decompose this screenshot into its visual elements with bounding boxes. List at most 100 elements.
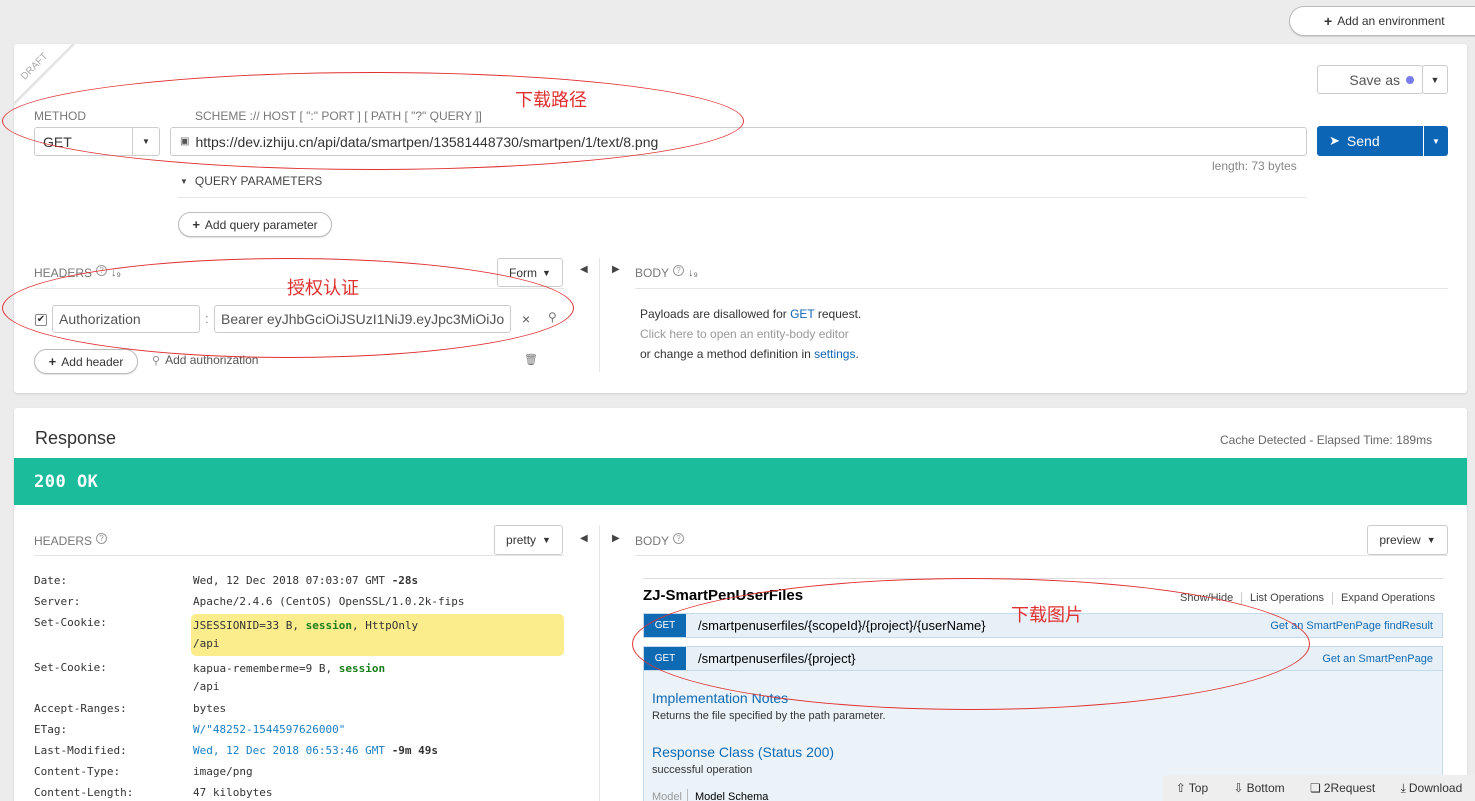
cookie-value: JSESSIONID=33 B, bbox=[193, 619, 306, 632]
caret-down-icon: ▼ bbox=[542, 267, 551, 278]
method-badge: GET bbox=[644, 614, 686, 637]
pretty-label: pretty bbox=[506, 533, 537, 547]
annotation-download-path: 下载路径 bbox=[515, 90, 587, 111]
response-headers-label: HEADERS ? bbox=[34, 532, 108, 548]
change-method-text: or change a method definition in setting… bbox=[640, 347, 859, 361]
send-button[interactable]: ➤ Send bbox=[1317, 126, 1423, 156]
header-value: JSESSIONID=33 B, session, HttpOnly bbox=[193, 619, 418, 632]
swagger-resource-title[interactable]: ZJ-SmartPenUserFiles bbox=[643, 587, 803, 604]
copy-icon: ❏ bbox=[1310, 781, 1321, 795]
show-hide-link[interactable]: Show/Hide bbox=[1180, 592, 1233, 604]
last-modified-relative: -9m 49s bbox=[391, 744, 439, 757]
remove-header-icon[interactable]: × bbox=[522, 311, 530, 327]
help-icon[interactable]: ? bbox=[673, 532, 685, 544]
collapse-right-icon[interactable]: ▶ bbox=[612, 533, 620, 544]
triangle-down-icon: ▼ bbox=[180, 176, 188, 186]
draft-ribbon: DRAFT bbox=[14, 44, 82, 114]
status-bar: 200 OK bbox=[14, 458, 1467, 505]
add-authorization-link[interactable]: ⚲ Add authorization bbox=[152, 353, 258, 367]
add-environment-button[interactable]: + Add an environment bbox=[1289, 6, 1475, 36]
expand-operations-link[interactable]: Expand Operations bbox=[1341, 592, 1435, 604]
impl-notes-title: Implementation Notes bbox=[652, 690, 789, 706]
query-params-toggle[interactable]: ▼ QUERY PARAMETERS bbox=[180, 174, 322, 188]
settings-link[interactable]: settings bbox=[814, 347, 855, 361]
header-value-line2: /api bbox=[193, 637, 220, 650]
arrow-down-icon: ⇩ bbox=[1233, 781, 1244, 795]
add-header-label: Add header bbox=[61, 354, 124, 369]
add-query-label: Add query parameter bbox=[204, 217, 318, 232]
body-tab-divider bbox=[635, 288, 1448, 289]
open-body-editor-link[interactable]: Click here to open an entity-body editor bbox=[640, 327, 849, 341]
header-value: image/png bbox=[193, 765, 253, 778]
annotation-auth: 授权认证 bbox=[287, 278, 359, 299]
header-enabled-checkbox[interactable]: ✔ bbox=[35, 314, 47, 326]
resp-body-tab-divider bbox=[635, 555, 1448, 556]
header-value: 47 kilobytes bbox=[193, 786, 273, 799]
request-headers-label: HEADERS ? ↓₉ bbox=[34, 264, 121, 280]
list-operations-link[interactable]: List Operations bbox=[1250, 592, 1324, 604]
swagger-sep bbox=[1332, 592, 1333, 605]
to-request-link[interactable]: ❏ 2Request bbox=[1310, 781, 1375, 795]
resp-panel-divider bbox=[599, 525, 600, 801]
send-dropdown[interactable]: ▼ bbox=[1424, 126, 1448, 156]
operation-row[interactable]: GET /smartpenuserfiles/{project} Get an … bbox=[643, 646, 1443, 671]
pretty-select[interactable]: pretty ▼ bbox=[494, 525, 563, 555]
header-value-input[interactable]: Bearer eyJhbGciOiJSUzI1NiJ9.eyJpc3MiOiJo bbox=[214, 305, 511, 333]
add-header-button[interactable]: + Add header bbox=[34, 349, 138, 374]
body-line1-post: request. bbox=[814, 307, 862, 321]
collapse-right-icon[interactable]: ▶ bbox=[612, 264, 620, 275]
form-select[interactable]: Form ▼ bbox=[497, 258, 563, 287]
send-caret-icon: ▼ bbox=[1432, 136, 1440, 146]
save-as-dropdown[interactable]: ▼ bbox=[1422, 65, 1448, 94]
sort-icon[interactable]: ↓₉ bbox=[688, 267, 698, 279]
last-modified-value[interactable]: Wed, 12 Dec 2018 06:53:46 GMT bbox=[193, 744, 385, 757]
operation-summary: Get an SmartPenPage findResult bbox=[1270, 619, 1433, 632]
resp-header-tab-divider bbox=[34, 555, 564, 556]
top-link[interactable]: ⇧ Top bbox=[1176, 781, 1208, 795]
sort-icon[interactable]: ↓₉ bbox=[111, 267, 121, 279]
response-class-text: successful operation bbox=[652, 764, 753, 776]
date-value: Wed, 12 Dec 2018 07:03:07 GMT bbox=[193, 574, 386, 587]
headers-label-text: HEADERS bbox=[34, 266, 93, 280]
method-label: METHOD bbox=[34, 109, 86, 123]
download-icon: ⤓ bbox=[1400, 780, 1406, 795]
panel-divider bbox=[599, 258, 600, 372]
header-key: Date: bbox=[34, 574, 68, 587]
cache-elapsed-text: Cache Detected - Elapsed Time: 189ms bbox=[1220, 433, 1433, 447]
key-icon: ⚲ bbox=[152, 354, 161, 367]
method-value: GET bbox=[43, 133, 72, 150]
method-select[interactable]: GET ▼ bbox=[34, 127, 160, 156]
bottom-link[interactable]: ⇩ Bottom bbox=[1234, 781, 1285, 795]
etag-value: W/"48252-1544597626000" bbox=[193, 723, 346, 736]
download-link[interactable]: ⤓ Download bbox=[1401, 781, 1463, 796]
header-key: Accept-Ranges: bbox=[34, 702, 127, 715]
cookie-value: kapua-rememberme=9 B, bbox=[193, 662, 339, 675]
trash-icon[interactable]: 🗑 bbox=[524, 353, 538, 366]
url-scheme-label: SCHEME :// HOST [ ":" PORT ] [ PATH [ "?… bbox=[195, 109, 482, 123]
preview-select[interactable]: preview ▼ bbox=[1367, 525, 1448, 555]
url-input[interactable]: ▣ https://dev.izhiju.cn/api/data/smartpe… bbox=[170, 127, 1307, 156]
plus-icon: + bbox=[1324, 13, 1333, 29]
save-as-button[interactable]: Save as bbox=[1317, 65, 1423, 94]
help-icon[interactable]: ? bbox=[96, 264, 108, 276]
to-request-label: 2Request bbox=[1323, 781, 1376, 795]
response-class-title: Response Class (Status 200) bbox=[652, 744, 835, 760]
help-icon[interactable]: ? bbox=[96, 532, 108, 544]
header-value: Wed, 12 Dec 2018 07:03:07 GMT -28s bbox=[193, 574, 418, 587]
header-value: Apache/2.4.6 (CentOS) OpenSSL/1.0.2k-fip… bbox=[193, 595, 465, 608]
help-icon[interactable]: ? bbox=[673, 264, 685, 276]
model-schema-tab[interactable]: Model Schema bbox=[695, 791, 768, 801]
operation-summary: Get an SmartPenPage bbox=[1322, 652, 1433, 665]
get-method-link[interactable]: GET bbox=[790, 307, 814, 321]
add-query-parameter-button[interactable]: + Add query parameter bbox=[178, 212, 332, 237]
impl-notes-text: Returns the file specified by the path p… bbox=[652, 710, 886, 722]
header-key-icon[interactable]: ⚲ bbox=[548, 310, 557, 324]
collapse-left-icon[interactable]: ◀ bbox=[580, 533, 588, 544]
header-name-input[interactable]: Authorization bbox=[52, 305, 200, 333]
add-authorization-label: Add authorization bbox=[165, 353, 259, 367]
body-label-text: BODY bbox=[635, 534, 670, 548]
lock-icon: ▣ bbox=[180, 136, 190, 147]
collapse-left-icon[interactable]: ◀ bbox=[580, 264, 588, 275]
model-tab[interactable]: Model bbox=[652, 791, 682, 801]
preview-label: preview bbox=[1379, 533, 1421, 547]
